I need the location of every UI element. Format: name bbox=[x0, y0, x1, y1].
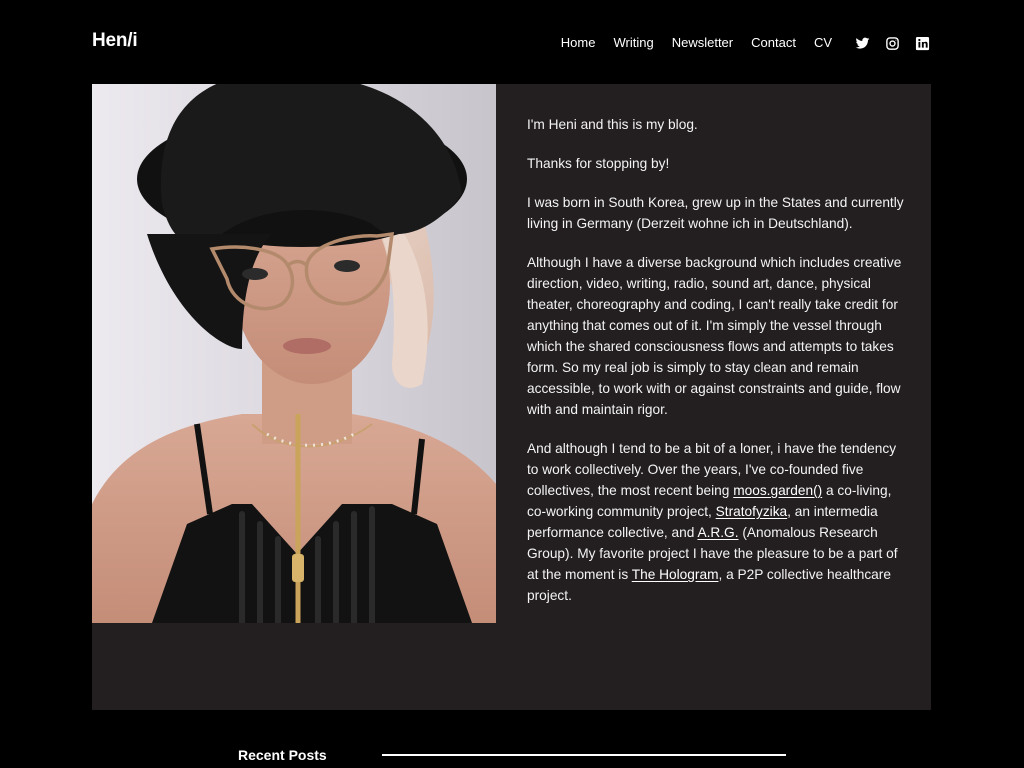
main-nav: Home Writing Newsletter Contact CV bbox=[561, 34, 930, 52]
nav-home[interactable]: Home bbox=[561, 34, 596, 52]
instagram-icon[interactable] bbox=[884, 35, 900, 51]
profile-photo bbox=[92, 84, 496, 623]
bio-paragraph-collectives: And although I tend to be a bit of a lon… bbox=[527, 438, 907, 606]
bio-paragraph: I'm Heni and this is my blog. bbox=[527, 117, 698, 132]
bio-text: I'm Heni and this is my blog. Thanks for… bbox=[527, 114, 907, 624]
bio-paragraph: I was born in South Korea, grew up in th… bbox=[527, 195, 904, 231]
recent-posts-divider bbox=[382, 754, 786, 756]
bio-paragraph: Thanks for stopping by! bbox=[527, 156, 670, 171]
bio-paragraph: Although I have a diverse background whi… bbox=[527, 255, 902, 417]
nav-writing[interactable]: Writing bbox=[613, 34, 653, 52]
stratofyzika-link[interactable]: Stratofyzika bbox=[716, 504, 788, 519]
social-links bbox=[854, 35, 930, 51]
arg-link[interactable]: A.R.G. bbox=[697, 525, 738, 540]
nav-contact[interactable]: Contact bbox=[751, 34, 796, 52]
intro-card: I'm Heni and this is my blog. Thanks for… bbox=[92, 84, 931, 710]
recent-posts-heading: Recent Posts bbox=[238, 747, 327, 763]
nav-cv[interactable]: CV bbox=[814, 34, 832, 52]
site-title[interactable]: Hen/i bbox=[92, 30, 138, 52]
moos-garden-link[interactable]: moos.garden() bbox=[733, 483, 822, 498]
nav-newsletter[interactable]: Newsletter bbox=[672, 34, 733, 52]
the-hologram-link[interactable]: The Hologram bbox=[632, 567, 719, 582]
twitter-icon[interactable] bbox=[854, 35, 870, 51]
linkedin-icon[interactable] bbox=[914, 35, 930, 51]
